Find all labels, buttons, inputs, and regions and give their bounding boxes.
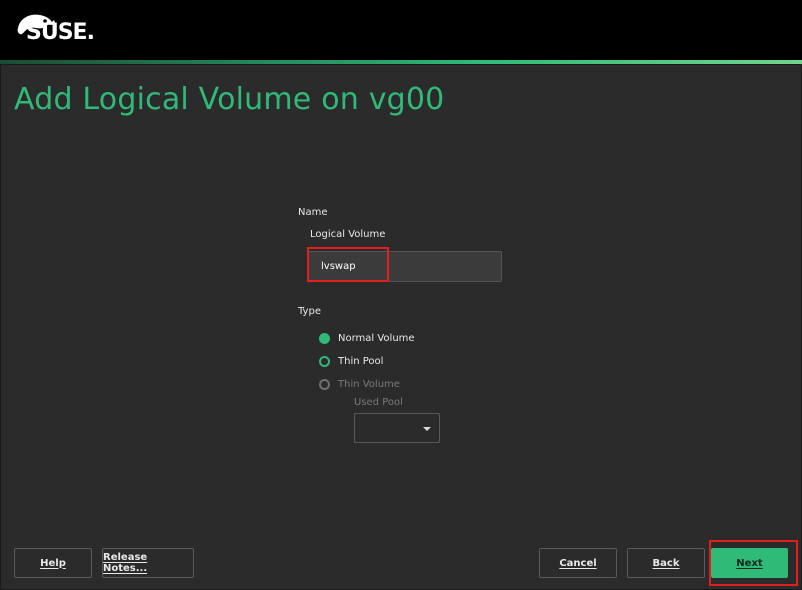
type-section-label: Type: [298, 306, 321, 317]
radio-thin-pool-label: Thin Pool: [338, 356, 384, 367]
highlight-box-input: [307, 247, 389, 282]
top-bar: SUSE.: [0, 0, 802, 60]
release-notes-button[interactable]: Release Notes...: [102, 548, 194, 578]
back-button[interactable]: Back: [627, 548, 705, 578]
radio-checked-icon[interactable]: [319, 333, 330, 344]
header-accent-line: [0, 60, 802, 64]
radio-normal-volume[interactable]: Normal Volume: [319, 333, 415, 344]
used-pool-select[interactable]: [354, 413, 440, 443]
chevron-down-icon: [423, 427, 431, 431]
radio-thin-pool[interactable]: Thin Pool: [319, 356, 383, 367]
radio-thin-volume-label: Thin Volume: [338, 379, 400, 390]
cancel-button-label: Cancel: [559, 557, 597, 569]
logical-volume-label: Logical Volume: [310, 229, 386, 240]
radio-thin-volume: Thin Volume: [319, 379, 400, 390]
help-button[interactable]: Help: [14, 548, 92, 578]
radio-unchecked-icon: [319, 379, 330, 390]
page-title: Add Logical Volume on vg00: [14, 82, 445, 117]
suse-wordmark: SUSE.: [26, 20, 95, 45]
help-button-label: Help: [40, 557, 66, 569]
window-frame: [0, 64, 802, 590]
radio-normal-volume-label: Normal Volume: [338, 333, 415, 344]
back-button-label: Back: [652, 557, 680, 569]
radio-unchecked-icon[interactable]: [319, 356, 330, 367]
cancel-button[interactable]: Cancel: [539, 548, 617, 578]
name-section-label: Name: [298, 207, 328, 218]
highlight-box-next: [709, 540, 798, 586]
release-notes-button-label: Release Notes...: [103, 552, 148, 574]
used-pool-label: Used Pool: [354, 397, 403, 408]
